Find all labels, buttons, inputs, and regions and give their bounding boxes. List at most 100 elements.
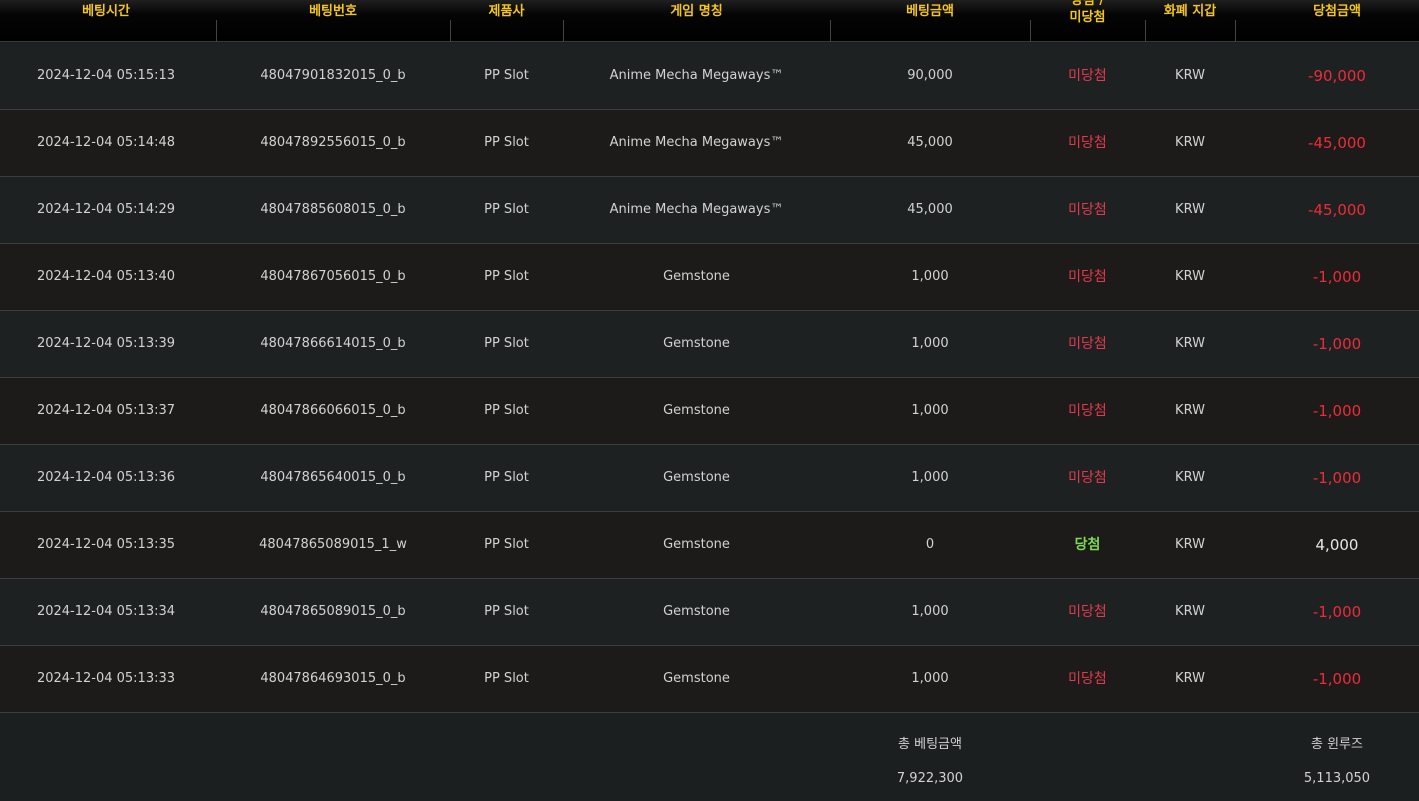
cell-currency: KRW (1175, 68, 1205, 83)
cell-currency: KRW (1175, 336, 1205, 351)
cell-bet-time: 2024-12-04 05:15:13 (36, 68, 176, 83)
total-bet-label: 총 베팅금액 (898, 737, 962, 752)
cell-result: 미당첨 (1068, 470, 1107, 486)
table-row[interactable]: 2024-12-04 05:13:33 48047864693015_0_b P… (0, 646, 1419, 713)
cell-game-name: Gemstone (663, 269, 730, 284)
cell-bet-number: 48047864693015_0_b (260, 671, 406, 686)
cell-bet-number: 48047865089015_0_b (260, 604, 406, 619)
cell-win-amount: -45,000 (1308, 201, 1366, 219)
table-row[interactable]: 2024-12-04 05:14:29 48047885608015_0_b P… (0, 177, 1419, 244)
header-currency-wallet-label: 화폐 지갑 (1163, 4, 1217, 19)
cell-win-amount: -90,000 (1308, 67, 1366, 85)
table-row[interactable]: 2024-12-04 05:13:36 48047865640015_0_b P… (0, 445, 1419, 512)
header-divider (1145, 20, 1146, 42)
cell-bet-number: 48047865089015_1_w (259, 537, 407, 552)
cell-currency: KRW (1175, 671, 1205, 686)
table-row[interactable]: 2024-12-04 05:13:39 48047866614015_0_b P… (0, 311, 1419, 378)
header-bet-time[interactable]: 베팅시간 (0, 0, 212, 42)
cell-result: 미당첨 (1068, 202, 1107, 218)
cell-bet-time: 2024-12-04 05:13:33 (36, 671, 176, 686)
header-divider (216, 20, 217, 42)
header-result-line1: 당첨 / (1070, 0, 1105, 8)
cell-game-name: Anime Mecha Megaways™ (609, 68, 784, 83)
cell-game-name: Gemstone (663, 604, 730, 619)
header-result-line2: 미당첨 (1069, 10, 1106, 25)
header-bet-number-label: 베팅번호 (309, 4, 357, 19)
cell-provider: PP Slot (484, 135, 529, 150)
cell-bet-amount: 45,000 (907, 135, 953, 150)
cell-win-amount: -1,000 (1312, 603, 1362, 621)
cell-win-amount: -1,000 (1312, 469, 1362, 487)
cell-bet-number: 48047892556015_0_b (260, 135, 406, 150)
cell-result: 당첨 (1074, 537, 1101, 553)
cell-bet-amount: 1,000 (911, 269, 949, 284)
cell-currency: KRW (1175, 269, 1205, 284)
cell-bet-amount: 90,000 (907, 68, 953, 83)
total-bet-value: 7,922,300 (896, 771, 964, 786)
cell-bet-time: 2024-12-04 05:13:37 (36, 403, 176, 418)
cell-bet-amount: 45,000 (907, 202, 953, 217)
cell-bet-time: 2024-12-04 05:13:39 (36, 336, 176, 351)
cell-currency: KRW (1175, 604, 1205, 619)
cell-result: 미당첨 (1068, 135, 1107, 151)
cell-win-amount: -1,000 (1312, 670, 1362, 688)
cell-result: 미당첨 (1068, 403, 1107, 419)
cell-result: 미당첨 (1068, 604, 1107, 620)
cell-bet-time: 2024-12-04 05:13:34 (36, 604, 176, 619)
cell-bet-number: 48047865640015_0_b (260, 470, 406, 485)
header-bet-time-label: 베팅시간 (82, 4, 130, 19)
header-bet-number[interactable]: 베팅번호 (216, 0, 450, 42)
cell-bet-time: 2024-12-04 05:13:40 (36, 269, 176, 284)
header-divider (563, 20, 564, 42)
cell-win-amount: -1,000 (1312, 268, 1362, 286)
cell-bet-amount: 1,000 (911, 403, 949, 418)
cell-game-name: Gemstone (663, 671, 730, 686)
table-row[interactable]: 2024-12-04 05:13:37 48047866066015_0_b P… (0, 378, 1419, 445)
header-result[interactable]: 당첨 / 미당첨 (1030, 0, 1145, 42)
cell-bet-time: 2024-12-04 05:13:36 (36, 470, 176, 485)
cell-provider: PP Slot (484, 604, 529, 619)
bet-history-table: 베팅시간 베팅번호 제품사 게임 명칭 베팅금액 당첨 / 미당첨 화폐 지갑 … (0, 0, 1419, 801)
header-divider (450, 20, 451, 42)
table-row[interactable]: 2024-12-04 05:13:35 48047865089015_1_w P… (0, 512, 1419, 579)
table-row[interactable]: 2024-12-04 05:13:34 48047865089015_0_b P… (0, 579, 1419, 646)
cell-provider: PP Slot (484, 537, 529, 552)
cell-bet-amount: 1,000 (911, 671, 949, 686)
cell-bet-time: 2024-12-04 05:14:48 (36, 135, 176, 150)
cell-win-amount: -45,000 (1308, 134, 1366, 152)
header-divider (830, 20, 831, 42)
cell-result: 미당첨 (1068, 336, 1107, 352)
cell-game-name: Gemstone (663, 470, 730, 485)
cell-currency: KRW (1175, 403, 1205, 418)
header-divider (1030, 20, 1031, 42)
cell-bet-number: 48047866066015_0_b (260, 403, 406, 418)
total-winloss-label: 총 윈루즈 (1311, 737, 1363, 752)
header-win-amount[interactable]: 당첨금액 (1235, 0, 1419, 42)
header-provider[interactable]: 제품사 (450, 0, 563, 42)
cell-bet-number: 48047867056015_0_b (260, 269, 406, 284)
cell-currency: KRW (1175, 202, 1205, 217)
cell-currency: KRW (1175, 470, 1205, 485)
cell-win-amount: -1,000 (1312, 402, 1362, 420)
header-game-name[interactable]: 게임 명칭 (563, 0, 830, 42)
cell-bet-number: 48047885608015_0_b (260, 202, 406, 217)
header-win-amount-label: 당첨금액 (1313, 4, 1361, 19)
cell-result: 미당첨 (1068, 671, 1107, 687)
header-currency-wallet[interactable]: 화폐 지갑 (1145, 0, 1235, 42)
header-result-label: 당첨 / 미당첨 (1030, 0, 1145, 26)
cell-game-name: Anime Mecha Megaways™ (609, 135, 784, 150)
cell-game-name: Anime Mecha Megaways™ (609, 202, 784, 217)
cell-bet-time: 2024-12-04 05:13:35 (36, 537, 176, 552)
cell-bet-amount: 1,000 (911, 604, 949, 619)
header-game-name-label: 게임 명칭 (670, 4, 723, 19)
header-bet-amount-label: 베팅금액 (906, 4, 954, 19)
table-footer-totals: 총 베팅금액 7,922,300 총 윈루즈 5,113,050 (0, 713, 1419, 801)
table-row[interactable]: 2024-12-04 05:14:48 48047892556015_0_b P… (0, 110, 1419, 177)
cell-bet-amount: 0 (925, 537, 935, 552)
cell-result: 미당첨 (1068, 269, 1107, 285)
table-row[interactable]: 2024-12-04 05:13:40 48047867056015_0_b P… (0, 244, 1419, 311)
header-bet-amount[interactable]: 베팅금액 (830, 0, 1030, 42)
table-row[interactable]: 2024-12-04 05:15:13 48047901832015_0_b P… (0, 43, 1419, 110)
table-header: 베팅시간 베팅번호 제품사 게임 명칭 베팅금액 당첨 / 미당첨 화폐 지갑 … (0, 0, 1419, 42)
cell-game-name: Gemstone (663, 537, 730, 552)
